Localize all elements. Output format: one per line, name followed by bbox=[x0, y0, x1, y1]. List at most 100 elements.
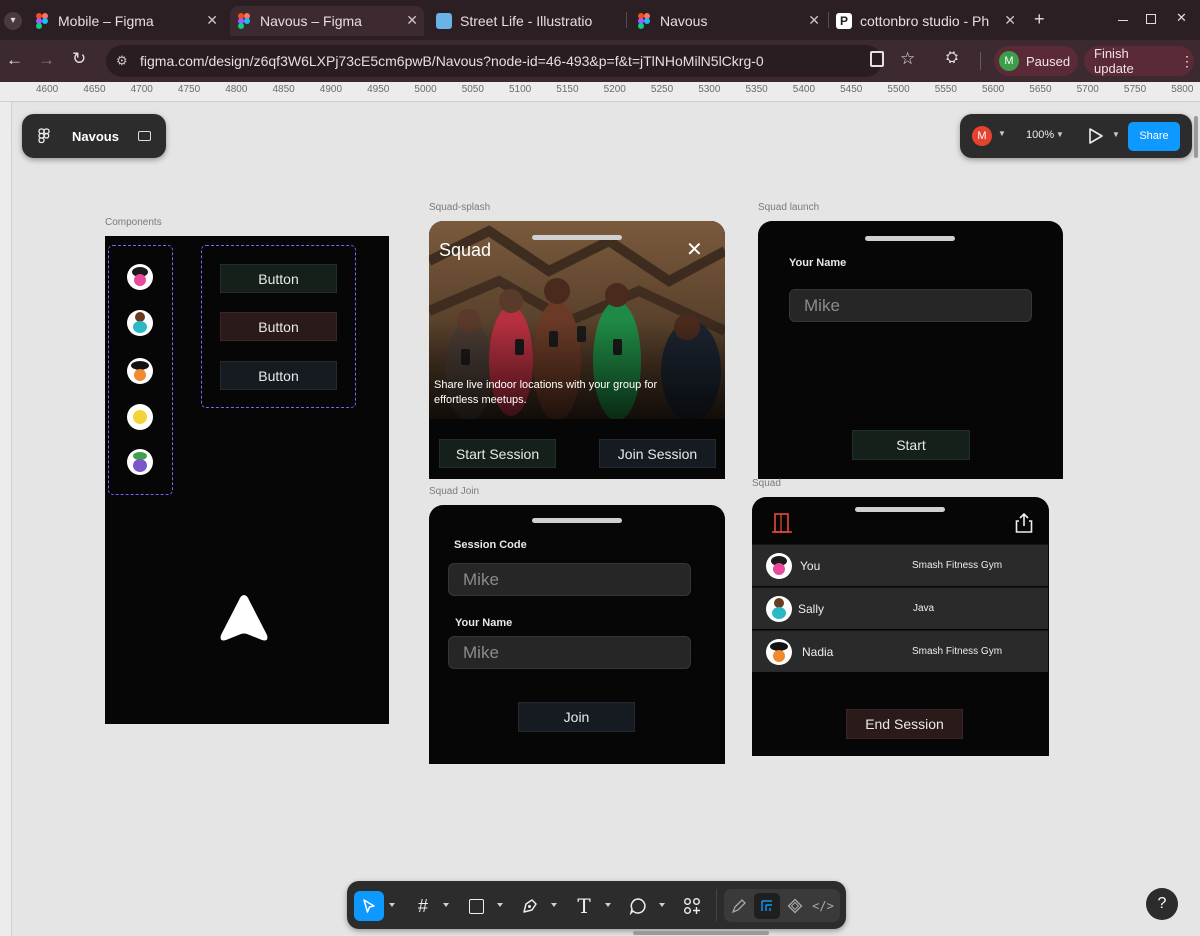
present-play-icon[interactable] bbox=[1088, 127, 1104, 145]
more-menu-icon[interactable]: ⋮ bbox=[1180, 53, 1194, 70]
figma-menu-icon[interactable] bbox=[38, 128, 50, 144]
member-name: Nadia bbox=[802, 645, 834, 659]
bookmark-star-icon[interactable]: ☆ bbox=[900, 49, 915, 69]
avatar-yellow[interactable] bbox=[127, 404, 153, 430]
avatar-teal[interactable] bbox=[127, 310, 153, 336]
exit-door-icon[interactable] bbox=[772, 512, 792, 534]
share-button[interactable]: Share bbox=[1128, 122, 1180, 151]
tab-list-chevron-icon[interactable]: ▾ bbox=[4, 12, 22, 30]
browser-tab-cottonbro[interactable]: P cottonbro studio - Ph ✕ bbox=[836, 6, 1022, 36]
components-frame[interactable]: Button Button Button bbox=[105, 236, 389, 724]
vertical-scrollbar[interactable] bbox=[1194, 116, 1198, 158]
avatar-orange[interactable] bbox=[127, 358, 153, 384]
name-input[interactable]: Mike bbox=[448, 636, 691, 669]
design-mode[interactable] bbox=[754, 893, 780, 919]
browser-tab-mobile-figma[interactable]: Mobile – Figma ✕ bbox=[34, 6, 224, 36]
figma-canvas[interactable]: Navous M ▼ 100% ▼ ▼ Share Components But… bbox=[12, 102, 1200, 936]
avatar bbox=[766, 553, 792, 579]
minimize-window-icon[interactable] bbox=[1118, 20, 1128, 21]
frame-label-squad-splash[interactable]: Squad-splash bbox=[429, 202, 490, 213]
frame-label-squad-launch[interactable]: Squad launch bbox=[758, 202, 819, 213]
browser-tab-navous-figma[interactable]: Navous – Figma ✕ bbox=[230, 6, 424, 36]
site-settings-icon[interactable]: ⚙ bbox=[116, 53, 128, 69]
share-export-icon[interactable] bbox=[1015, 512, 1033, 534]
pen-tool[interactable] bbox=[515, 891, 545, 921]
chevron-down-icon[interactable] bbox=[551, 903, 557, 907]
name-input[interactable]: Mike bbox=[789, 289, 1032, 322]
finish-update-button[interactable]: Finish update ⋮ bbox=[1084, 46, 1194, 76]
browser-tab-navous[interactable]: Navous ✕ bbox=[636, 6, 826, 36]
navigation-arrow-icon[interactable] bbox=[217, 592, 271, 644]
help-button[interactable]: ? bbox=[1146, 888, 1178, 920]
components-grid-icon bbox=[684, 898, 700, 914]
chevron-down-icon[interactable]: ▼ bbox=[1056, 130, 1064, 139]
forward-arrow-icon[interactable]: → bbox=[38, 50, 55, 70]
squad-splash-frame[interactable]: Squad ✕ Share live indoor locations with… bbox=[429, 221, 725, 479]
dev-mode[interactable]: </> bbox=[810, 893, 836, 919]
comment-tool[interactable] bbox=[623, 891, 653, 921]
text-tool[interactable]: T bbox=[569, 891, 599, 921]
maximize-window-icon[interactable] bbox=[1146, 14, 1156, 24]
browser-tab-street-life[interactable]: Street Life - Illustratio bbox=[436, 6, 618, 36]
end-session-button[interactable]: End Session bbox=[846, 709, 963, 739]
member-row[interactable]: Sally Java bbox=[752, 587, 1048, 629]
member-location: Smash Fitness Gym bbox=[912, 646, 1003, 657]
close-tab-icon[interactable]: ✕ bbox=[206, 12, 218, 29]
close-window-icon[interactable]: ✕ bbox=[1176, 10, 1187, 26]
sidebar-toggle-icon[interactable] bbox=[138, 131, 151, 141]
button-variant-red[interactable]: Button bbox=[220, 312, 337, 341]
actions-tool[interactable] bbox=[677, 891, 707, 921]
profile-paused-button[interactable]: M Paused bbox=[994, 46, 1078, 76]
chevron-down-icon[interactable]: ▼ bbox=[1112, 130, 1120, 139]
shape-tool[interactable] bbox=[461, 891, 491, 921]
close-tab-icon[interactable]: ✕ bbox=[406, 12, 418, 29]
start-session-button[interactable]: Start Session bbox=[439, 439, 556, 468]
ruler-label: 5050 bbox=[461, 84, 484, 95]
frame-label-squad[interactable]: Squad bbox=[752, 478, 781, 489]
ruler-label: 5650 bbox=[1029, 84, 1052, 95]
save-page-icon[interactable] bbox=[870, 51, 884, 67]
squad-launch-frame[interactable]: Your Name Mike Start bbox=[758, 221, 1063, 479]
join-button[interactable]: Join bbox=[518, 702, 635, 732]
chevron-down-icon[interactable] bbox=[605, 903, 611, 907]
horizontal-scrollbar[interactable] bbox=[633, 931, 769, 935]
incognito-extension-icon[interactable]: ⛭ bbox=[946, 49, 958, 66]
frame-label-components[interactable]: Components bbox=[105, 217, 162, 228]
session-code-input[interactable]: Mike bbox=[448, 563, 691, 596]
member-row[interactable]: Nadia Smash Fitness Gym bbox=[752, 630, 1048, 672]
zoom-level[interactable]: 100% bbox=[1026, 129, 1054, 141]
avatar[interactable]: M bbox=[972, 126, 992, 146]
chevron-down-icon[interactable]: ▼ bbox=[998, 129, 1006, 138]
chevron-down-icon[interactable] bbox=[497, 903, 503, 907]
tab-separator bbox=[626, 12, 627, 28]
reload-icon[interactable]: ↻ bbox=[72, 49, 86, 69]
start-button[interactable]: Start bbox=[852, 430, 970, 460]
close-tab-icon[interactable]: ✕ bbox=[808, 12, 820, 29]
button-variant-green[interactable]: Button bbox=[220, 264, 337, 293]
new-tab-plus-icon[interactable]: + bbox=[1034, 9, 1045, 30]
member-row[interactable]: You Smash Fitness Gym bbox=[752, 544, 1048, 586]
chevron-down-icon[interactable] bbox=[443, 903, 449, 907]
file-name[interactable]: Navous bbox=[72, 129, 119, 144]
back-arrow-icon[interactable]: ← bbox=[6, 50, 23, 70]
avatar-purple[interactable] bbox=[127, 449, 153, 475]
squad-frame[interactable]: You Smash Fitness Gym Sally Java Nadia S… bbox=[752, 497, 1049, 756]
close-tab-icon[interactable]: ✕ bbox=[1004, 12, 1016, 29]
prototype-diamond-icon bbox=[787, 898, 803, 914]
frame-label-squad-join[interactable]: Squad Join bbox=[429, 486, 479, 497]
chevron-down-icon[interactable] bbox=[389, 903, 395, 907]
draw-mode[interactable] bbox=[726, 893, 752, 919]
ruler-label: 5100 bbox=[509, 84, 532, 95]
squad-join-frame[interactable]: Session Code Mike Your Name Mike Join bbox=[429, 505, 725, 764]
tab-title: cottonbro studio - Ph bbox=[860, 13, 990, 29]
avatar-pink[interactable] bbox=[127, 264, 153, 290]
join-session-button[interactable]: Join Session bbox=[599, 439, 716, 468]
address-bar[interactable]: ⚙ figma.com/design/z6qf3W6LXPj73cE5cm6pw… bbox=[106, 45, 915, 77]
prototype-mode[interactable] bbox=[782, 893, 808, 919]
tab-title: Street Life - Illustratio bbox=[460, 13, 593, 29]
frame-tool[interactable]: # bbox=[408, 891, 438, 921]
button-variant-blue[interactable]: Button bbox=[220, 361, 337, 390]
close-icon[interactable]: ✕ bbox=[686, 237, 703, 262]
move-tool[interactable] bbox=[354, 891, 384, 921]
chevron-down-icon[interactable] bbox=[659, 903, 665, 907]
